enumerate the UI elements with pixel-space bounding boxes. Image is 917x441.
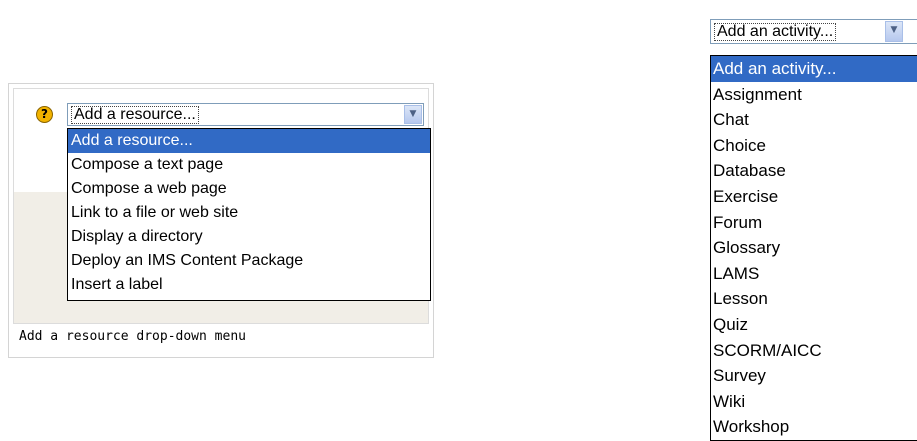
activity-option[interactable]: Lesson <box>711 286 917 312</box>
resource-option[interactable]: Insert a label <box>68 273 430 297</box>
add-activity-select[interactable]: Add an activity... ▼ <box>710 19 917 44</box>
resource-option[interactable]: Compose a text page <box>68 153 430 177</box>
activity-option[interactable]: Quiz <box>711 312 917 338</box>
activity-option[interactable]: Glossary <box>711 235 917 261</box>
activity-option[interactable]: LAMS <box>711 261 917 287</box>
resource-option[interactable]: Deploy an IMS Content Package <box>68 249 430 273</box>
resource-figure: ? Add a resource... ▼ Add a resource... C… <box>8 83 434 358</box>
add-activity-options-list: Add an activity... Assignment Chat Choice Da… <box>710 55 917 441</box>
add-resource-options-list: Add a resource... Compose a text page Comp… <box>67 128 431 301</box>
activity-figure: Add an activity... ▼ Add an activity... A… <box>701 0 917 441</box>
resource-option[interactable]: Add a resource... <box>68 129 430 153</box>
resource-caption: Add a resource drop-down menu <box>19 329 246 344</box>
activity-option[interactable]: Choice <box>711 133 917 159</box>
add-resource-select[interactable]: Add a resource... ▼ <box>67 103 424 126</box>
activity-option[interactable]: Survey <box>711 363 917 389</box>
add-activity-select-value: Add an activity... <box>714 23 837 41</box>
activity-option[interactable]: Wiki <box>711 389 917 415</box>
activity-option[interactable]: Workshop <box>711 414 917 440</box>
resource-panel: ? Add a resource... ▼ Add a resource... C… <box>13 88 431 324</box>
chevron-down-icon[interactable]: ▼ <box>404 105 422 124</box>
activity-option[interactable]: SCORM/AICC <box>711 338 917 364</box>
activity-option[interactable]: Database <box>711 158 917 184</box>
add-resource-select-value: Add a resource... <box>71 106 199 124</box>
activity-option[interactable]: Forum <box>711 210 917 236</box>
resource-option[interactable]: Link to a file or web site <box>68 201 430 225</box>
activity-option[interactable]: Exercise <box>711 184 917 210</box>
help-icon[interactable]: ? <box>36 106 53 123</box>
chevron-down-icon[interactable]: ▼ <box>885 21 903 42</box>
resource-option[interactable]: Display a directory <box>68 225 430 249</box>
activity-option[interactable]: Assignment <box>711 82 917 108</box>
activity-option[interactable]: Chat <box>711 107 917 133</box>
resource-option[interactable]: Compose a web page <box>68 177 430 201</box>
activity-option[interactable]: Add an activity... <box>711 56 917 82</box>
